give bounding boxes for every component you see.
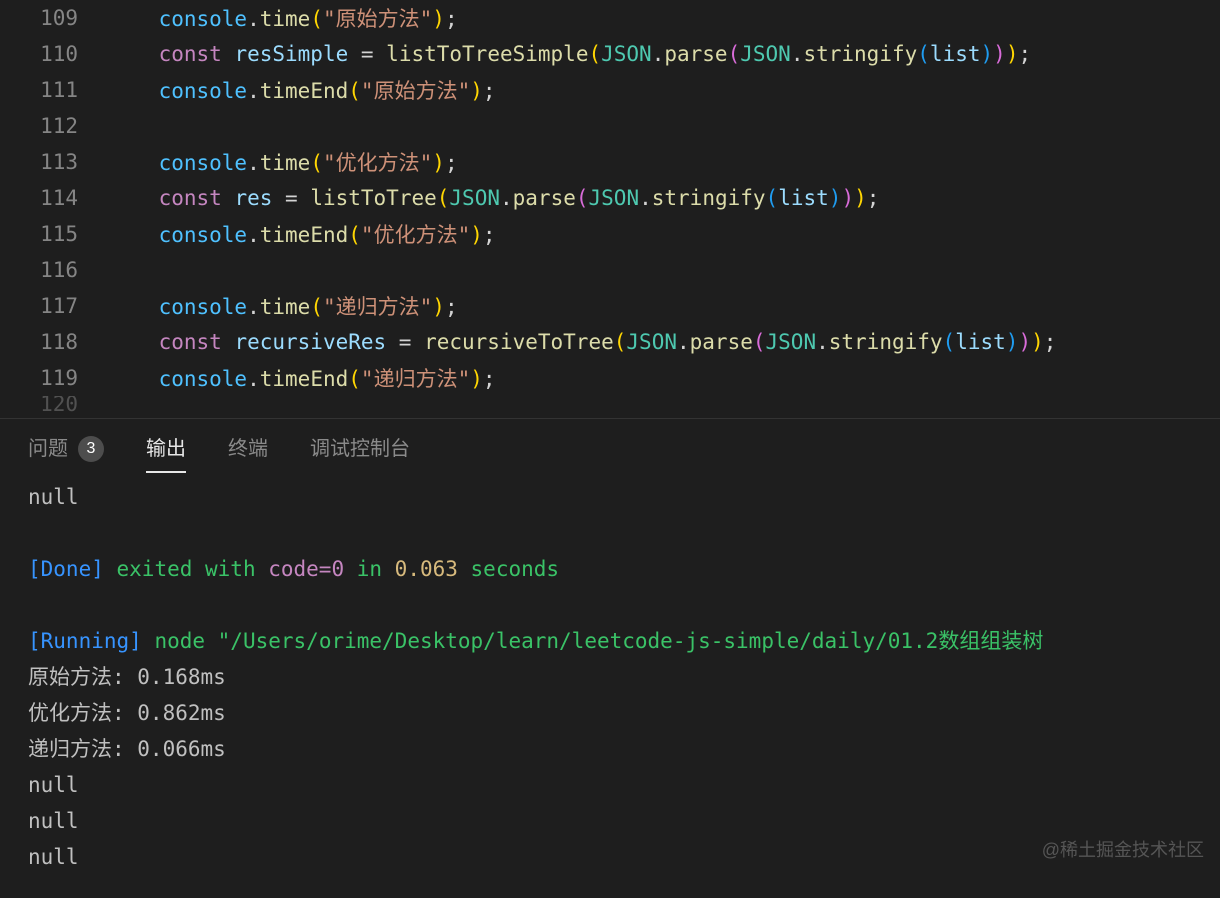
line-number: 113 xyxy=(0,150,108,174)
line-content[interactable]: console.timeEnd("原始方法"); xyxy=(108,75,1220,105)
terminal-line: 递归方法: 0.066ms xyxy=(28,731,1192,767)
line-number: 112 xyxy=(0,114,108,138)
code-line[interactable]: 116 xyxy=(0,252,1220,288)
tab-debug[interactable]: 调试控制台 xyxy=(310,419,410,479)
line-number: 116 xyxy=(0,258,108,282)
terminal-line: null xyxy=(28,839,1192,875)
line-number: 117 xyxy=(0,294,108,318)
problems-count-badge: 3 xyxy=(78,436,104,462)
panel-tab-bar: 问题 3 输出终端调试控制台 xyxy=(0,419,1220,479)
line-content[interactable]: console.time("优化方法"); xyxy=(108,147,1220,177)
terminal-line: 优化方法: 0.862ms xyxy=(28,695,1192,731)
line-number: 111 xyxy=(0,78,108,102)
code-line[interactable]: 118 const recursiveRes = recursiveToTree… xyxy=(0,324,1220,360)
line-number: 114 xyxy=(0,186,108,210)
watermark-text: @稀土掘金技术社区 xyxy=(1042,836,1204,862)
terminal-line: [Done] exited with code=0 in 0.063 secon… xyxy=(28,551,1192,587)
code-line[interactable]: 119 console.timeEnd("递归方法"); xyxy=(0,360,1220,396)
terminal-line: [Running] node "/Users/orime/Desktop/lea… xyxy=(28,623,1192,659)
code-line[interactable]: 110 const resSimple = listToTreeSimple(J… xyxy=(0,36,1220,72)
line-number: 110 xyxy=(0,42,108,66)
tab-label: 调试控制台 xyxy=(310,419,410,479)
tab-terminal[interactable]: 终端 xyxy=(228,419,268,479)
code-line[interactable]: 112 xyxy=(0,108,1220,144)
code-line[interactable]: 115 console.timeEnd("优化方法"); xyxy=(0,216,1220,252)
line-number: 119 xyxy=(0,366,108,390)
line-content[interactable]: const recursiveRes = recursiveToTree(JSO… xyxy=(108,330,1220,354)
bottom-panel: 问题 3 输出终端调试控制台 null [Done] exited with cod… xyxy=(0,418,1220,898)
tab-label: 输出 xyxy=(146,419,186,479)
terminal-line xyxy=(28,515,1192,551)
line-number: 118 xyxy=(0,330,108,354)
line-number: 115 xyxy=(0,222,108,246)
tab-label: 终端 xyxy=(228,419,268,479)
output-panel[interactable]: null [Done] exited with code=0 in 0.063 … xyxy=(0,479,1220,898)
line-number: 109 xyxy=(0,6,108,30)
tab-label: 问题 xyxy=(28,419,68,479)
code-line[interactable]: 114 const res = listToTree(JSON.parse(JS… xyxy=(0,180,1220,216)
terminal-line: null xyxy=(28,767,1192,803)
line-content[interactable]: const resSimple = listToTreeSimple(JSON.… xyxy=(108,42,1220,66)
tab-output[interactable]: 输出 xyxy=(146,419,186,479)
code-line[interactable]: 117 console.time("递归方法"); xyxy=(0,288,1220,324)
tab-problems[interactable]: 问题 3 xyxy=(28,419,104,479)
line-content[interactable]: console.time("递归方法"); xyxy=(108,291,1220,321)
line-content[interactable]: console.time("原始方法"); xyxy=(108,3,1220,33)
code-line[interactable]: 113 console.time("优化方法"); xyxy=(0,144,1220,180)
code-editor[interactable]: 109 console.time("原始方法");110 const resSi… xyxy=(0,0,1220,418)
terminal-line: 原始方法: 0.168ms xyxy=(28,659,1192,695)
terminal-line: null xyxy=(28,803,1192,839)
terminal-line: null xyxy=(28,479,1192,515)
line-content[interactable]: console.timeEnd("优化方法"); xyxy=(108,219,1220,249)
line-number: 120 xyxy=(0,396,108,412)
terminal-line xyxy=(28,587,1192,623)
line-content[interactable]: console.timeEnd("递归方法"); xyxy=(108,363,1220,393)
line-content[interactable]: const res = listToTree(JSON.parse(JSON.s… xyxy=(108,186,1220,210)
code-line[interactable]: 111 console.timeEnd("原始方法"); xyxy=(0,72,1220,108)
code-line[interactable]: 109 console.time("原始方法"); xyxy=(0,0,1220,36)
